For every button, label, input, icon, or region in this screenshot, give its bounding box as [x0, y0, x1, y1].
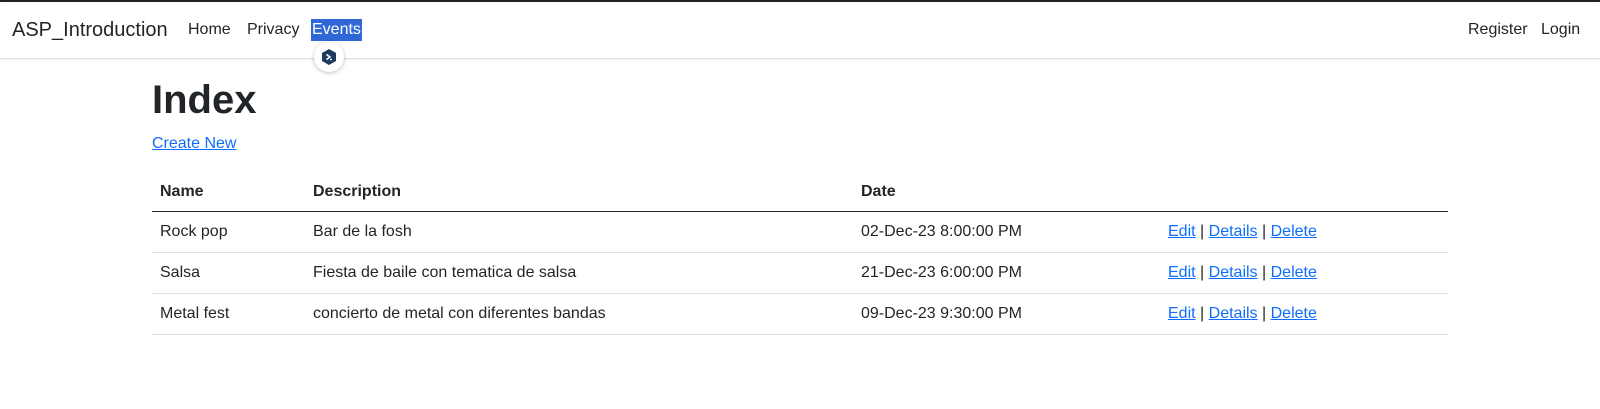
- brand-link[interactable]: ASP_Introduction: [12, 18, 168, 42]
- cell-actions: Edit | Details | Delete: [1160, 211, 1448, 253]
- header-actions: [1160, 172, 1448, 212]
- action-separator: |: [1262, 305, 1267, 322]
- table-header-row: Name Description Date: [152, 172, 1448, 212]
- cell-date: 21-Dec-23 6:00:00 PM: [853, 252, 1160, 294]
- action-separator: |: [1200, 305, 1205, 322]
- table-row: Rock pop Bar de la fosh 02-Dec-23 8:00:0…: [152, 211, 1448, 253]
- header-date: Date: [853, 172, 1160, 212]
- edit-link[interactable]: Edit: [1168, 223, 1196, 240]
- events-table: Name Description Date Rock pop Bar de la…: [152, 172, 1448, 335]
- cell-description: concierto de metal con diferentes bandas: [305, 293, 853, 335]
- details-link[interactable]: Details: [1209, 305, 1258, 322]
- details-link[interactable]: Details: [1209, 264, 1258, 281]
- cell-date: 02-Dec-23 8:00:00 PM: [853, 211, 1160, 253]
- cell-name: Rock pop: [152, 211, 305, 253]
- extension-badge[interactable]: [314, 42, 344, 72]
- details-link[interactable]: Details: [1209, 223, 1258, 240]
- nav-home[interactable]: Home: [188, 19, 231, 41]
- header-description: Description: [305, 172, 853, 212]
- cell-actions: Edit | Details | Delete: [1160, 293, 1448, 335]
- delete-link[interactable]: Delete: [1271, 305, 1317, 322]
- action-separator: |: [1262, 264, 1267, 281]
- edit-link[interactable]: Edit: [1168, 305, 1196, 322]
- cell-description: Fiesta de baile con tematica de salsa: [305, 252, 853, 294]
- nav-events[interactable]: Events: [311, 19, 362, 41]
- page-title: Index: [152, 78, 257, 122]
- cell-actions: Edit | Details | Delete: [1160, 252, 1448, 294]
- action-separator: |: [1200, 264, 1205, 281]
- top-navbar: ASP_Introduction Home Privacy Events Reg…: [0, 2, 1600, 59]
- extension-badge-icon: [322, 49, 336, 65]
- table-row: Salsa Fiesta de baile con tematica de sa…: [152, 252, 1448, 294]
- action-separator: |: [1200, 223, 1205, 240]
- cell-name: Metal fest: [152, 293, 305, 335]
- delete-link[interactable]: Delete: [1271, 264, 1317, 281]
- edit-link[interactable]: Edit: [1168, 264, 1196, 281]
- header-name: Name: [152, 172, 305, 212]
- delete-link[interactable]: Delete: [1271, 223, 1317, 240]
- create-new-link[interactable]: Create New: [152, 133, 236, 155]
- cell-date: 09-Dec-23 9:30:00 PM: [853, 293, 1160, 335]
- nav-privacy[interactable]: Privacy: [247, 19, 299, 41]
- nav-register[interactable]: Register: [1468, 19, 1528, 41]
- table-row: Metal fest concierto de metal con difere…: [152, 293, 1448, 335]
- cell-name: Salsa: [152, 252, 305, 294]
- cell-description: Bar de la fosh: [305, 211, 853, 253]
- action-separator: |: [1262, 223, 1267, 240]
- nav-login[interactable]: Login: [1541, 19, 1580, 41]
